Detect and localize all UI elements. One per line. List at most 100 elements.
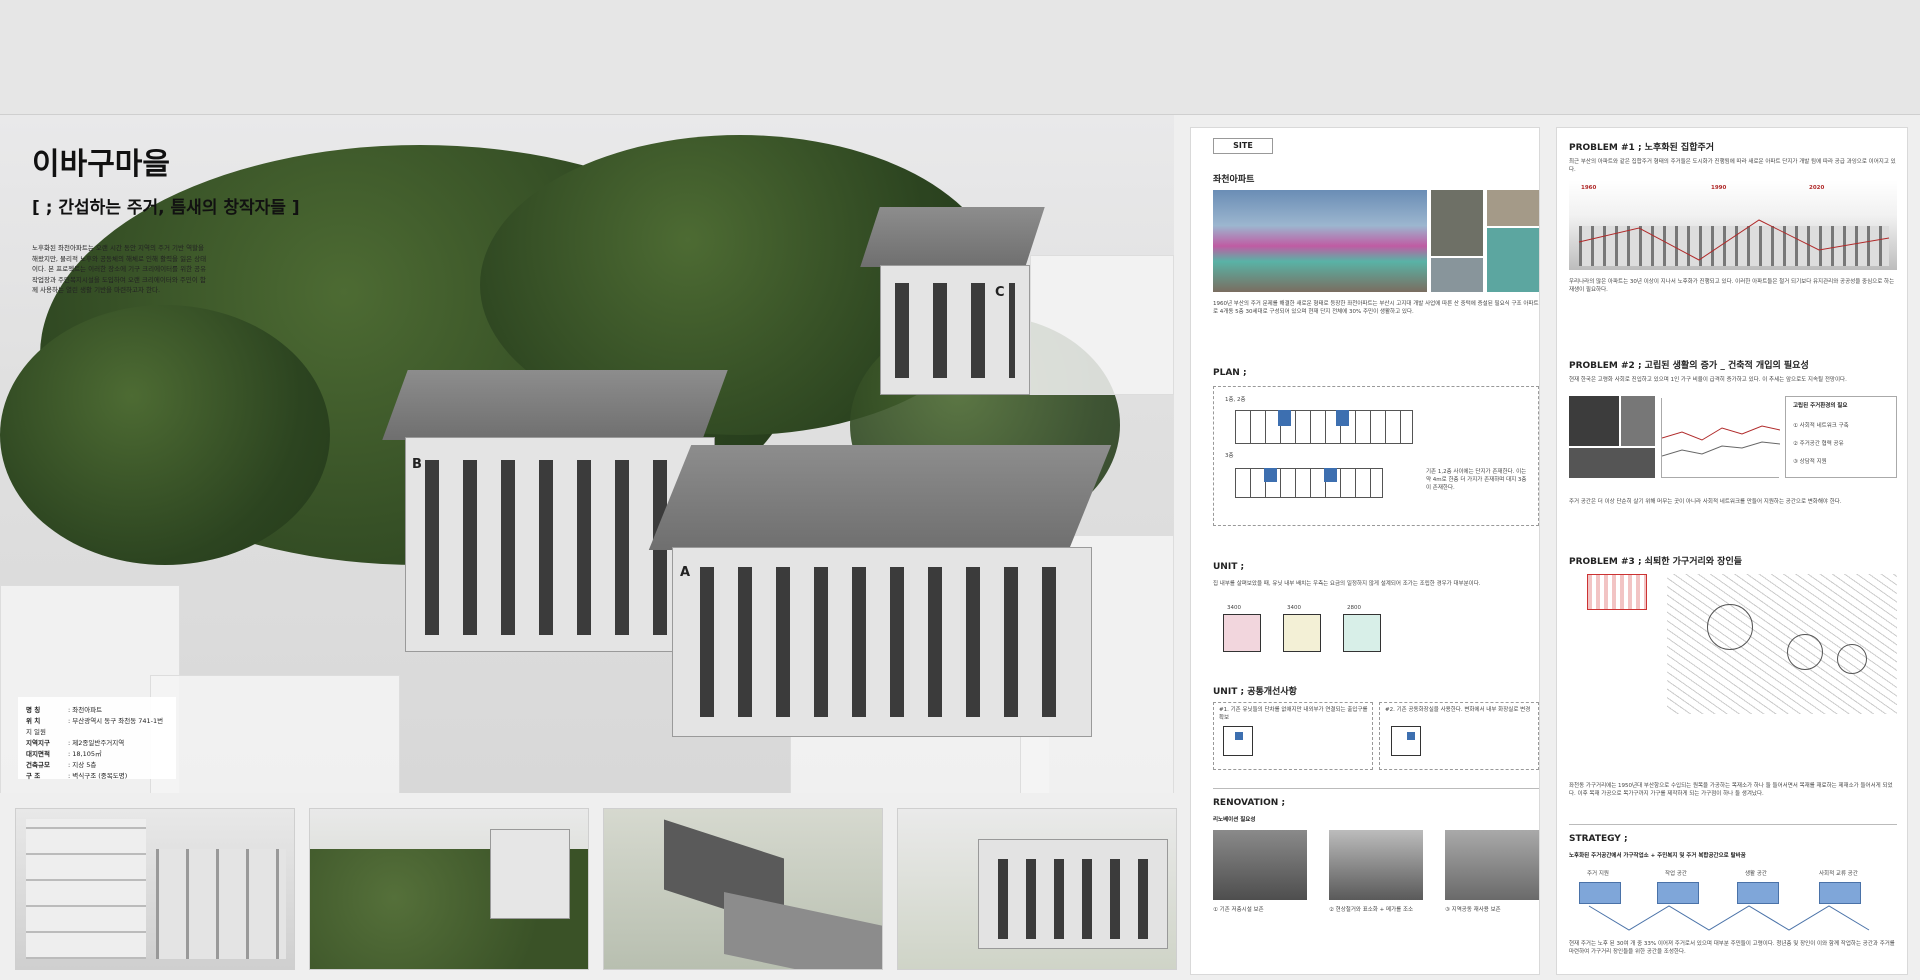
strategy-step-label: 주거 지원 xyxy=(1587,871,1609,877)
section-divider xyxy=(1569,824,1897,825)
building-b-roof xyxy=(382,370,728,440)
unit2-item-1: #1. 기존 유닛들의 단차를 없애지만 내외부가 연결되는 출입구를 확보 xyxy=(1219,707,1368,721)
renovation-caption: ② 현상철거와 표소화 + 메가를 조소 xyxy=(1329,907,1414,913)
renovation-caption: ③ 지역공동 재사용 보존 xyxy=(1445,907,1501,913)
problem3-text: 좌천동 가구거리에는 1950년대 부산항으로 수입되는 원목을 가공하는 목재… xyxy=(1569,783,1893,797)
renovation-sub: 리노베이션 필요성 xyxy=(1213,817,1256,823)
forest-hill xyxy=(0,305,330,565)
context-block xyxy=(150,675,400,793)
problem2-photo-2 xyxy=(1621,396,1655,446)
plan-note: 기존 1,2층 사이에는 단지가 존재한다. 이는 약 4m로 한층 더 가지가… xyxy=(1426,469,1527,491)
problem2-box-item: ① 사회적 네트워크 구축 xyxy=(1793,423,1849,429)
site-photo-3 xyxy=(1487,190,1539,226)
site-text: 1960년 부산의 주거 문제를 해결한 새로운 형태로 등장한 좌천아파트는 … xyxy=(1213,301,1539,315)
problem2-box-item: ③ 상담적 지원 xyxy=(1793,459,1827,465)
plan-frame xyxy=(1213,386,1539,526)
strategy-step-label: 생활 공간 xyxy=(1745,871,1767,877)
spec-row: 지역지구: 제2종일반주거지역 xyxy=(26,739,125,747)
plan-label-1: 1층, 2층 xyxy=(1225,397,1246,403)
unit2-plan xyxy=(1391,726,1421,756)
unit-dim: 3400 xyxy=(1287,605,1301,611)
spec-row: 명 칭: 좌천아파트 xyxy=(26,706,103,714)
building-c-roof xyxy=(860,207,1045,267)
spec-row: 구 조: 벽식구조 (중목도명) xyxy=(26,772,128,780)
project-spec-table: 명 칭: 좌천아파트 위 치: 부산광역시 동구 좌천동 741-1번지 일원 … xyxy=(18,697,176,780)
unit-dim: 3400 xyxy=(1227,605,1241,611)
site-photo-5 xyxy=(1487,228,1539,292)
spec-row: 대지면적: 18,105㎡ xyxy=(26,750,102,758)
renovation-photo-1 xyxy=(1213,830,1307,900)
site-photo-2 xyxy=(1431,190,1483,256)
plan-heading: PLAN ; xyxy=(1213,368,1247,378)
intro-text: 노후화된 좌천아파트는 오랜 시간 동안 지역의 주거 기반 역할을 해왔지만,… xyxy=(32,244,207,294)
plan-highlight xyxy=(1278,410,1291,426)
unit-heading: UNIT ; xyxy=(1213,562,1245,572)
building-a-windows xyxy=(700,567,1070,717)
plan-highlight xyxy=(1264,468,1277,482)
unit2-item-2: #2. 기존 공동화장실을 사용한다. 변화에서 내부 화장실로 변경 xyxy=(1385,707,1531,713)
strategy-step-diagram xyxy=(1657,882,1699,904)
board-title: 이바구마을 xyxy=(32,147,170,182)
plan-drawing-1 xyxy=(1235,410,1413,444)
problem2-photo-3 xyxy=(1569,448,1655,478)
problem2-box-item: ② 주거공간 협력 공유 xyxy=(1793,441,1844,447)
problem2-photo-1 xyxy=(1569,396,1619,446)
unit2-highlight xyxy=(1407,732,1415,740)
unit2-highlight xyxy=(1235,732,1243,740)
plan-highlight xyxy=(1324,468,1337,482)
strategy-heading: STRATEGY ; xyxy=(1569,834,1628,844)
strategy-step-diagram xyxy=(1819,882,1861,904)
unit-plan-1 xyxy=(1223,614,1261,652)
site-heading: 좌천아파트 xyxy=(1213,175,1255,185)
board-subtitle: [ ; 간섭하는 주거, 틈새의 창작자들 ] xyxy=(32,198,300,218)
problem3-heading: PROBLEM #3 ; 쇠퇴한 가구거리와 장인들 xyxy=(1569,557,1743,567)
building-a-roof xyxy=(648,445,1112,550)
problem1-timeline: 1960 1990 2020 xyxy=(1569,180,1897,270)
renovation-heading: RENOVATION ; xyxy=(1213,798,1286,808)
strategy-sub: 노후화된 주거공간에서 가구작업소 + 주민복지 및 주거 복합공간으로 탈바꿈 xyxy=(1569,853,1746,859)
unit-dim: 2800 xyxy=(1347,605,1361,611)
section-divider xyxy=(1213,788,1539,789)
problem1-text-2: 우리나라의 많은 아파트는 30년 이상이 지나서 노후화가 진행되고 있다. … xyxy=(1569,279,1895,293)
thumbnail-render-4 xyxy=(897,808,1177,970)
thumbnail-render-3 xyxy=(603,808,883,970)
plan-highlight xyxy=(1336,410,1349,426)
problem2-box-title: 고립된 주거환경의 필요 xyxy=(1793,403,1848,409)
site-tag: SITE xyxy=(1213,138,1273,154)
spec-row: 건축규모: 지상 5층 xyxy=(26,761,97,769)
renovation-photo-2 xyxy=(1329,830,1423,900)
renovation-photo-3 xyxy=(1445,830,1539,900)
building-label-a: A xyxy=(680,565,691,580)
unit2-heading: UNIT ; 공통개선사항 xyxy=(1213,687,1297,697)
plan-drawing-2 xyxy=(1235,468,1383,498)
hero-rendering: C B A 이바구마을 [ ; 간섭하는 주거, 틈새의 창작자들 ] 노후화된… xyxy=(0,115,1174,793)
renovation-caption: ① 기존 저층시설 보존 xyxy=(1213,907,1264,913)
building-label-c: C xyxy=(995,285,1005,300)
problem2-text: 현재 한국은 고령화 사회로 진입하고 있으며 1인 가구 비율이 급격히 증가… xyxy=(1569,377,1847,383)
problem1-heading: PROBLEM #1 ; 노후화된 집합주거 xyxy=(1569,143,1715,153)
problem2-heading: PROBLEM #2 ; 고립된 생활의 증가 _ 건축적 개입의 필요성 xyxy=(1569,361,1809,371)
problem2-chart-lines xyxy=(1661,425,1781,457)
site-photo-4 xyxy=(1431,258,1483,292)
thumbnail-render-1 xyxy=(15,808,295,970)
unit-plan-3 xyxy=(1343,614,1381,652)
unit2-plan xyxy=(1223,726,1253,756)
unit-text: 집 내부를 살펴보았을 때, 유닛 내부 배치는 우측는 요금의 일정하지 않게… xyxy=(1213,581,1481,587)
timeline-trend-line xyxy=(1578,219,1890,261)
strategy-step-label: 작업 공간 xyxy=(1665,871,1687,877)
top-background-band xyxy=(0,0,1920,115)
problem1-text: 최근 부산의 아파트와 같은 집합주거 형태의 주거들은 도시화가 진행됨에 따… xyxy=(1569,159,1896,173)
problem2-text-2: 주거 공간은 더 이상 단순히 살기 위해 머무는 곳이 아니라 사회적 네트워… xyxy=(1569,499,1842,505)
presentation-board: C B A 이바구마을 [ ; 간섭하는 주거, 틈새의 창작자들 ] 노후화된… xyxy=(0,115,1920,980)
problem2-chart xyxy=(1661,398,1781,478)
plan-label-2: 3층 xyxy=(1225,453,1234,459)
context-block xyxy=(1030,255,1174,395)
problem3-map xyxy=(1667,574,1897,714)
strategy-step-label: 사회적 교류 공간 xyxy=(1819,871,1858,877)
problem3-red-model xyxy=(1587,574,1647,610)
site-photo-main xyxy=(1213,190,1427,292)
problem-panel: PROBLEM #1 ; 노후화된 집합주거 최근 부산의 아파트와 같은 집합… xyxy=(1556,127,1908,975)
spec-row: 위 치: 부산광역시 동구 좌천동 741-1번지 일원 xyxy=(26,717,164,736)
building-label-b: B xyxy=(412,457,422,472)
unit-plan-2 xyxy=(1283,614,1321,652)
